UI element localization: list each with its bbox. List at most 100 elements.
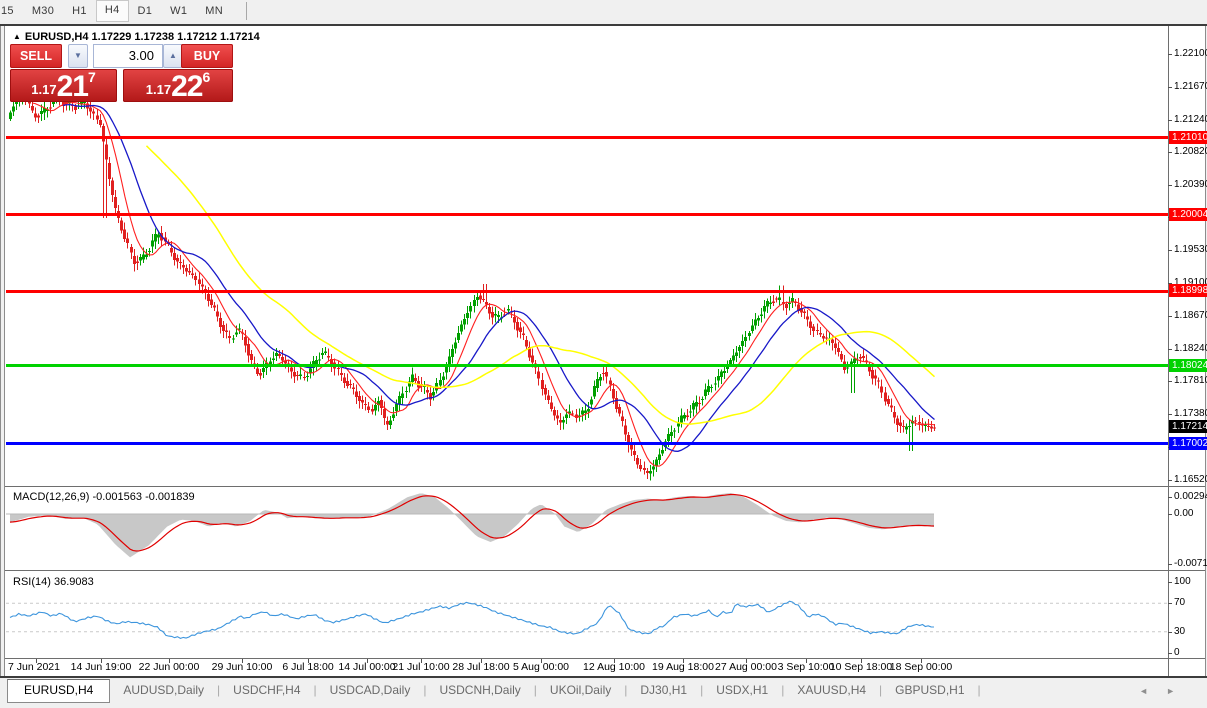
time-tick-label: 12 Aug 10:00: [583, 661, 645, 673]
price-tick-label: 1.22100: [1174, 48, 1207, 59]
rsi-axis-tick: [1168, 632, 1172, 633]
level-price-label: 1.21010: [1169, 131, 1207, 144]
one-click-trading-widget: SELL ▼ 3.00 ▲ BUY 1.17 21 7 1.17 22 6: [10, 44, 233, 102]
timeframe-d1[interactable]: D1: [129, 1, 162, 21]
tab-audusd-daily[interactable]: AUDUSD,Daily: [110, 679, 217, 701]
price-tick: [1168, 185, 1172, 186]
time-tick-label: 3 Sep 10:00: [778, 661, 835, 673]
toolbar-separator: [246, 2, 247, 20]
tab-scroll-right-icon[interactable]: ►: [1166, 686, 1193, 696]
price-tick: [1168, 87, 1172, 88]
macd-axis-tick: [1168, 497, 1172, 498]
time-tick-label: 14 Jun 19:00: [71, 661, 132, 673]
tab-usdx-h1[interactable]: USDX,H1: [703, 679, 781, 701]
rsi-axis-tick: [1168, 582, 1172, 583]
time-tick-label: 19 Aug 18:00: [652, 661, 714, 673]
price-tick-label: 1.20390: [1174, 179, 1207, 190]
tab-scroll-left-icon[interactable]: ◄: [1139, 686, 1166, 696]
rsi-plot[interactable]: [6, 572, 1168, 658]
time-tick-label: 18 Sep 00:00: [890, 661, 952, 673]
sell-price-prefix: 1.17: [31, 80, 56, 100]
tab-dj30-h1[interactable]: DJ30,H1: [627, 679, 700, 701]
sell-price-point: 7: [88, 70, 96, 84]
tab-ukoil-daily[interactable]: UKOil,Daily: [537, 679, 624, 701]
level-price-label: 1.18024: [1169, 359, 1207, 372]
volume-increase-button[interactable]: ▲: [163, 44, 183, 68]
tab-xauusd-h4[interactable]: XAUUSD,H4: [784, 679, 879, 701]
buy-price-panel[interactable]: 1.17 22 6: [123, 69, 233, 102]
tab-scroll-arrows[interactable]: ◄►: [1139, 686, 1193, 696]
tab-gbpusd-h1[interactable]: GBPUSD,H1: [882, 679, 977, 701]
price-tick-label: 1.20820: [1174, 146, 1207, 157]
macd-axis-tick: [1168, 514, 1172, 515]
buy-button[interactable]: BUY: [181, 44, 233, 68]
mt4-terminal: { "toolbar": { "timeframes": [ {"label":…: [0, 0, 1207, 708]
price-tick-label: 1.21240: [1174, 114, 1207, 125]
tab-eurusd-h4[interactable]: EURUSD,H4: [7, 679, 110, 703]
timeframe-m30[interactable]: M30: [23, 1, 63, 21]
pane-separator[interactable]: [5, 486, 1205, 487]
tab-usdcad-daily[interactable]: USDCAD,Daily: [317, 679, 424, 701]
macd-axis-label: -0.00715: [1174, 558, 1207, 569]
level-price-label: 1.17002: [1169, 437, 1207, 450]
price-tick: [1168, 120, 1172, 121]
price-tick: [1168, 54, 1172, 55]
timeframe-w1[interactable]: W1: [161, 1, 196, 21]
time-tick-label: 29 Jun 10:00: [212, 661, 273, 673]
rsi-axis-tick: [1168, 653, 1172, 654]
window-border-left: [0, 26, 1, 678]
pane-separator[interactable]: [5, 570, 1205, 571]
current-price-label: 1.17214: [1169, 420, 1207, 433]
macd-axis-label: 0.00: [1174, 508, 1193, 519]
volume-input[interactable]: 3.00: [93, 44, 163, 68]
rsi-axis-label: 0: [1174, 647, 1180, 658]
sell-price-panel[interactable]: 1.17 21 7: [10, 69, 117, 102]
price-axis-line: [1168, 26, 1169, 676]
time-tick-label: 6 Jul 18:00: [282, 661, 333, 673]
level-price-label: 1.18998: [1169, 284, 1207, 297]
buy-price-prefix: 1.17: [146, 80, 171, 100]
time-tick-label: 7 Jun 2021: [8, 661, 60, 673]
buy-price-pips: 22: [171, 73, 202, 100]
timeframe-h1[interactable]: H1: [63, 1, 96, 21]
sell-price-pips: 21: [57, 73, 88, 100]
x-axis-line: [5, 658, 1205, 659]
price-tick-label: 1.18670: [1174, 310, 1207, 321]
rsi-axis-tick: [1168, 603, 1172, 604]
chart-title: ▲ EURUSD,H4 1.17229 1.17238 1.17212 1.172…: [13, 31, 260, 43]
price-tick: [1168, 250, 1172, 251]
price-tick-label: 1.18240: [1174, 343, 1207, 354]
buy-price-point: 6: [202, 70, 210, 84]
price-tick: [1168, 381, 1172, 382]
macd-axis-tick: [1168, 564, 1172, 565]
macd-axis-label: 0.002947: [1174, 491, 1207, 502]
sell-button[interactable]: SELL: [10, 44, 62, 68]
time-tick-label: 21 Jul 10:00: [392, 661, 449, 673]
price-tick-label: 1.17380: [1174, 408, 1207, 419]
price-tick: [1168, 480, 1172, 481]
timeframe-toolbar: 15M30H1H4D1W1MN: [0, 0, 1207, 22]
tab-usdchf-h4[interactable]: USDCHF,H4: [220, 679, 313, 701]
volume-decrease-button[interactable]: ▼: [68, 44, 88, 68]
timeframe-h4[interactable]: H4: [96, 0, 129, 22]
time-tick-label: 14 Jul 00:00: [338, 661, 395, 673]
tab-separator: |: [978, 679, 981, 701]
price-tick: [1168, 316, 1172, 317]
price-tick: [1168, 414, 1172, 415]
level-price-label: 1.20004: [1169, 208, 1207, 221]
chart-title-text: EURUSD,H4 1.17229 1.17238 1.17212 1.1721…: [25, 31, 260, 43]
time-tick-label: 28 Jul 18:00: [452, 661, 509, 673]
price-tick-label: 1.16520: [1174, 474, 1207, 485]
macd-label: MACD(12,26,9) -0.001563 -0.001839: [13, 491, 195, 503]
collapse-arrow-icon[interactable]: ▲: [13, 32, 21, 41]
tab-usdcnh-daily[interactable]: USDCNH,Daily: [426, 679, 533, 701]
rsi-label: RSI(14) 36.9083: [13, 576, 94, 588]
timeframe-mn[interactable]: MN: [196, 1, 232, 21]
price-tick-label: 1.21670: [1174, 81, 1207, 92]
time-tick-label: 22 Jun 00:00: [139, 661, 200, 673]
time-tick-label: 10 Sep 18:00: [830, 661, 892, 673]
timeframe-15[interactable]: 15: [0, 1, 23, 21]
rsi-axis-label: 100: [1174, 576, 1191, 587]
rsi-axis-label: 30: [1174, 626, 1185, 637]
price-tick: [1168, 152, 1172, 153]
